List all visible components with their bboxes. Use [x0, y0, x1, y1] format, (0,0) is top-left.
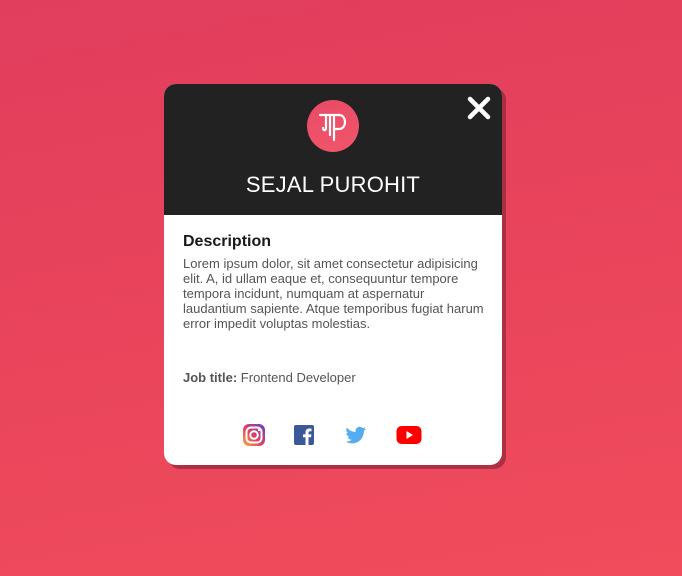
close-button[interactable] — [466, 95, 492, 121]
close-icon — [467, 96, 491, 120]
youtube-icon[interactable] — [396, 423, 422, 447]
description-heading: Description — [183, 233, 272, 250]
p-logo-icon — [307, 100, 359, 152]
facebook-icon[interactable] — [292, 423, 316, 447]
profile-name: SEJAL PUROHIT — [245, 172, 421, 197]
description-text: Lorem ipsum dolor, sit amet consectetur … — [183, 256, 484, 331]
card-header: SEJAL PUROHIT — [164, 84, 502, 215]
job-title: Job title: Frontend Developer — [183, 370, 356, 386]
social-links — [164, 423, 502, 447]
profile-card: SEJAL PUROHIT Description Lorem ipsum do… — [164, 84, 502, 465]
job-title-value: Frontend Developer — [240, 370, 356, 385]
twitter-icon[interactable] — [344, 423, 368, 447]
job-title-label: Job title: — [183, 370, 238, 385]
instagram-icon[interactable] — [242, 423, 266, 447]
card-body: Description Lorem ipsum dolor, sit amet … — [183, 232, 485, 331]
